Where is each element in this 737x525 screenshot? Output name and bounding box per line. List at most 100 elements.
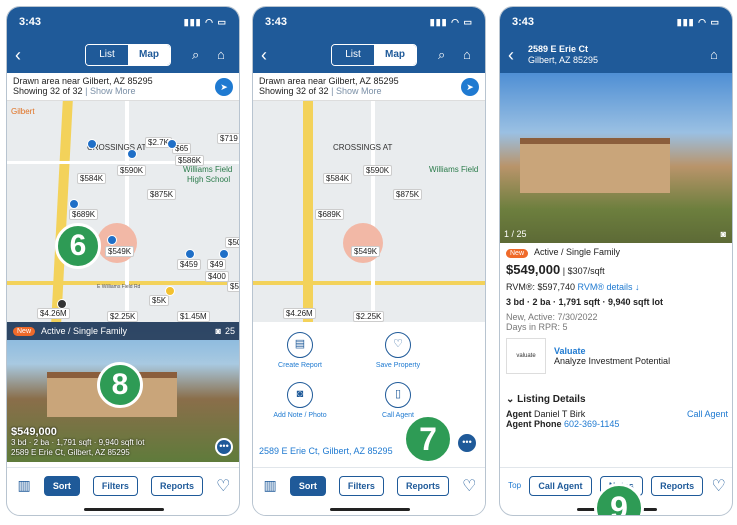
tab-list[interactable]: List [86, 45, 128, 65]
camera-icon[interactable]: ◙ [721, 229, 726, 239]
selected-marker[interactable] [97, 223, 137, 263]
signal-icon: ▮▮▮ ◠ ▭ [429, 16, 473, 27]
tab-map[interactable]: Map [374, 45, 416, 65]
sort-button[interactable]: Sort [289, 475, 326, 496]
map-label-williams-field: Williams Field [429, 165, 479, 174]
price-marker[interactable]: $2.25K [353, 311, 385, 322]
sort-button[interactable]: Sort [43, 475, 80, 496]
call-agent-button[interactable]: Call Agent [529, 475, 592, 496]
price-marker[interactable]: $54 [227, 281, 239, 292]
create-report-action[interactable]: ▤ Create Report [255, 332, 345, 369]
card-specs: 3 bd · 2 ba · 1,791 sqft · 9,940 sqft lo… [11, 438, 145, 447]
back-icon[interactable]: ‹ [261, 45, 281, 66]
show-more-link[interactable]: Show More [336, 86, 382, 96]
price-marker[interactable]: $459 [177, 259, 201, 270]
listing-details-header[interactable]: ⌄ Listing Details [506, 394, 728, 405]
heart-icon[interactable]: ♡ [462, 476, 476, 496]
price-marker[interactable]: $5K [149, 295, 170, 306]
search-icon[interactable]: ⌕ [192, 47, 199, 63]
bottom-toolbar: ▥ Sort Filters Reports ♡ [7, 467, 239, 503]
price-marker[interactable]: $500 [225, 237, 239, 248]
map-icon[interactable]: ▥ [264, 477, 277, 494]
agent-phone[interactable]: 602-369-1145 [564, 419, 619, 429]
filters-button[interactable]: Filters [92, 475, 138, 496]
selected-marker[interactable] [343, 223, 383, 263]
area-description: Drawn area near Gilbert, AZ 85295 [13, 76, 153, 86]
price-marker[interactable]: $689K [315, 209, 345, 220]
new-badge: New [13, 326, 36, 336]
map-label-gilbert: Gilbert [11, 107, 35, 116]
home-icon[interactable]: ⌂ [710, 47, 718, 62]
price-marker[interactable]: $590K [363, 165, 393, 176]
list-map-toggle[interactable]: List Map [331, 44, 417, 66]
locate-icon[interactable]: ➤ [215, 78, 233, 96]
rvm-value: RVM®: $597,740 [506, 282, 576, 292]
price-marker[interactable]: $4.26M [283, 308, 316, 319]
sheet-address[interactable]: 2589 E Erie Ct, Gilbert, AZ 85295 [259, 446, 393, 456]
map-icon[interactable]: ▥ [18, 477, 31, 494]
heart-icon[interactable]: ♡ [711, 476, 725, 496]
price-marker[interactable]: $584K [77, 173, 107, 184]
card-address: 2589 E Erie Ct, Gilbert, AZ 85295 [11, 448, 130, 457]
filters-button[interactable]: Filters [338, 475, 384, 496]
days-in-rpr: Days in RPR: 5 [506, 322, 568, 332]
back-icon[interactable]: ‹ [15, 45, 35, 66]
add-note-action[interactable]: ◙ Add Note / Photo [255, 382, 345, 419]
report-icon: ▤ [287, 332, 313, 358]
price-marker[interactable]: $719 [217, 133, 239, 144]
arrow-down-icon: ↓ [635, 282, 640, 292]
show-more-link[interactable]: Show More [90, 86, 136, 96]
price-marker[interactable]: $400 [205, 271, 229, 282]
price-marker[interactable]: $586K [175, 155, 205, 166]
hero-photo[interactable]: 1 / 25 ◙ [500, 73, 732, 243]
more-icon[interactable]: ••• [215, 438, 233, 456]
search-icon[interactable]: ⌕ [438, 47, 445, 63]
camera-icon: ◙ [215, 326, 221, 336]
callout-6: 6 [55, 223, 101, 269]
map-view[interactable]: CROSSINGS AT Williams Field $584K $590K … [253, 101, 485, 322]
price-marker[interactable]: $584K [323, 173, 353, 184]
agent-name: Daniel T Birk [534, 409, 586, 419]
heart-icon[interactable]: ♡ [216, 476, 230, 496]
property-card[interactable]: New Active / Single Family ◙ 25 8 $549,0… [7, 322, 239, 462]
price-marker[interactable]: $549K [105, 246, 135, 257]
area-description: Drawn area near Gilbert, AZ 85295 [259, 76, 399, 86]
reports-button[interactable]: Reports [397, 475, 450, 496]
navbar: ‹ 2589 E Erie Ct Gilbert, AZ 85295 ⌂ [500, 37, 732, 73]
home-indicator [84, 508, 164, 511]
price-marker[interactable]: $590K [117, 165, 147, 176]
price-marker[interactable]: $689K [69, 209, 99, 220]
save-property-action[interactable]: ♡ Save Property [353, 332, 443, 369]
price-marker[interactable]: $49 [207, 259, 227, 270]
map-label-williams-field: Williams Field [183, 165, 233, 174]
price-marker[interactable]: $1.45M [177, 311, 210, 322]
list-map-toggle[interactable]: List Map [85, 44, 171, 66]
phone-icon: ▯ [385, 382, 411, 408]
reports-button[interactable]: Reports [151, 475, 204, 496]
price-marker[interactable]: $875K [147, 189, 177, 200]
locate-icon[interactable]: ➤ [461, 78, 479, 96]
tab-list[interactable]: List [332, 45, 374, 65]
photo-counter: 1 / 25 [504, 229, 527, 239]
price-marker[interactable]: $875K [393, 189, 423, 200]
home-icon[interactable]: ⌂ [463, 47, 471, 62]
top-button[interactable]: Top [508, 481, 521, 490]
status-bar: 3:43 ▮▮▮ ◠ ▭ [500, 7, 732, 37]
price-marker[interactable]: $549K [351, 246, 381, 257]
price-marker[interactable]: $4.26M [37, 308, 70, 319]
home-icon[interactable]: ⌂ [217, 47, 225, 62]
price-marker[interactable]: $2.25K [107, 311, 139, 322]
tab-map[interactable]: Map [128, 45, 170, 65]
reports-button[interactable]: Reports [651, 475, 704, 496]
map-view[interactable]: Gilbert CROSSINGS AT Williams Field High… [7, 101, 239, 322]
price-per-sqft: | $307/sqft [562, 266, 605, 276]
valuate-title: Valuate [554, 346, 586, 356]
back-icon[interactable]: ‹ [508, 45, 528, 66]
status-bar: 3:43 ▮▮▮ ◠ ▭ [253, 7, 485, 37]
call-agent-link[interactable]: Call Agent [687, 409, 728, 419]
rvm-details-link[interactable]: RVM® details [578, 282, 633, 292]
valuate-row[interactable]: valuate Valuate Analyze Investment Potent… [506, 338, 728, 374]
detail-price: $549,000 [506, 262, 561, 277]
more-icon[interactable]: ••• [458, 434, 476, 452]
status-time: 3:43 [265, 16, 288, 28]
